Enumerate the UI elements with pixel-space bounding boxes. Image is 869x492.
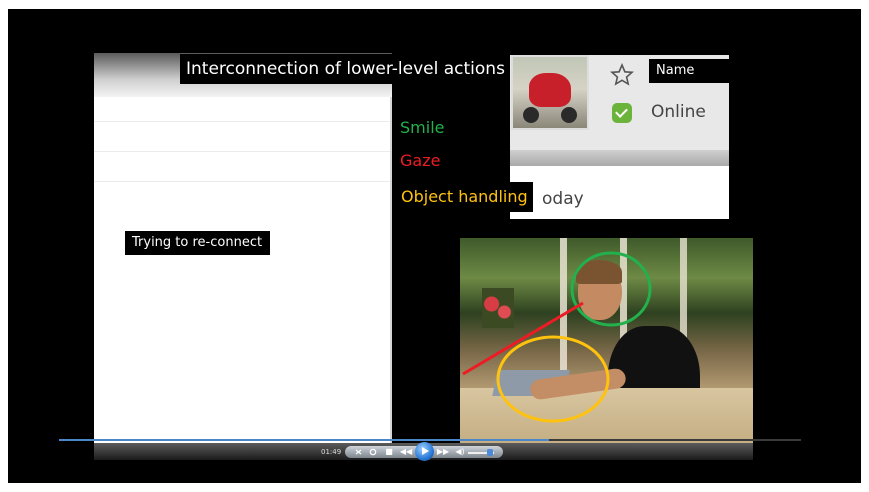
screen-row-divider xyxy=(94,121,392,122)
flower-pot xyxy=(482,288,514,328)
screen-row-divider xyxy=(94,151,392,152)
online-status-text: Online xyxy=(651,102,706,122)
stop-button[interactable]: ■ xyxy=(384,445,394,459)
thumbnail-wheel xyxy=(561,107,577,123)
online-status-icon xyxy=(612,103,632,123)
play-button[interactable] xyxy=(415,442,434,461)
today-text: oday xyxy=(542,189,584,209)
time-display: 01:49 xyxy=(321,448,342,456)
legend-gaze: Gaze xyxy=(400,151,441,170)
thumbnail-wheel xyxy=(523,107,539,123)
contact-thumbnail xyxy=(511,55,589,130)
seek-bar-progress xyxy=(59,439,549,441)
volume-slider-knob[interactable] xyxy=(487,449,494,456)
previous-button[interactable]: ◀◀ xyxy=(399,445,413,459)
video-frame: Interconnection of lower-level actions N… xyxy=(8,9,861,483)
next-button[interactable]: ▶▶ xyxy=(436,445,450,459)
video-still-person-at-laptop xyxy=(460,238,753,459)
star-icon[interactable] xyxy=(610,63,634,87)
contact-name-label: Name xyxy=(649,59,729,83)
seek-bar[interactable] xyxy=(59,439,801,441)
legend-smile: Smile xyxy=(400,118,445,137)
thumbnail-red-figure xyxy=(529,73,571,107)
reconnect-caption: Trying to re-connect xyxy=(125,231,270,255)
shuffle-icon[interactable] xyxy=(355,448,363,456)
chat-screenshot: Name Online oday xyxy=(510,55,729,219)
slide-left-screen xyxy=(94,53,392,458)
mute-button[interactable]: ◀) xyxy=(454,445,466,459)
screen-right-border xyxy=(390,97,392,458)
chat-divider xyxy=(510,150,729,166)
person-hair xyxy=(576,260,622,284)
screen-row-divider xyxy=(94,181,392,182)
repeat-icon[interactable] xyxy=(369,448,377,456)
legend-object-handling: Object handling xyxy=(400,182,533,212)
slide-title: Interconnection of lower-level actions xyxy=(180,54,525,84)
